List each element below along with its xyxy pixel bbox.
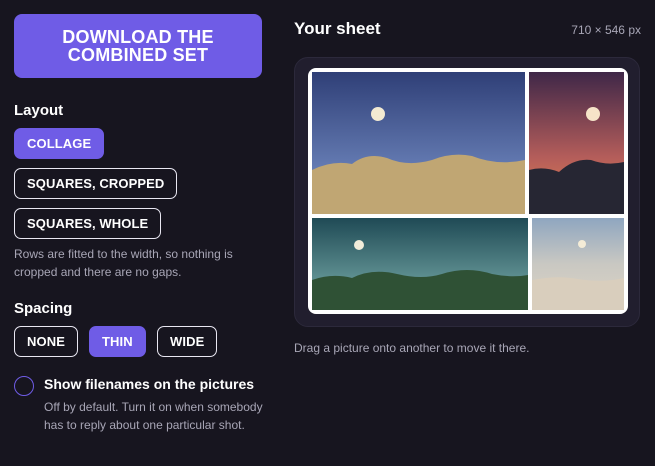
layout-option-squares-cropped[interactable]: SQUARES, CROPPED xyxy=(14,168,178,199)
picture-desert[interactable] xyxy=(312,72,525,214)
spacing-heading: Spacing xyxy=(14,300,73,317)
sheet-caption: Drag a picture onto another to move it t… xyxy=(294,341,530,355)
layout-help-text: Rows are fitted to the width, so nothing… xyxy=(14,247,233,279)
show-filenames-help: Off by default. Turn it on when somebody… xyxy=(44,400,263,432)
combined-sheet-preview xyxy=(308,68,628,314)
sheet-title: Your sheet xyxy=(294,19,381,38)
picture-green-hills[interactable] xyxy=(312,218,528,310)
layout-option-collage[interactable]: COLLAGE xyxy=(14,128,105,159)
sheet-size: 710 × 546 px xyxy=(571,23,641,37)
picture-misty-field[interactable] xyxy=(532,218,624,310)
spacing-option-thin[interactable]: THIN xyxy=(89,326,146,357)
download-combined-set-button[interactable]: DOWNLOAD THE COMBINED SET xyxy=(14,14,262,78)
show-filenames-label[interactable]: Show filenames on the pictures xyxy=(44,376,254,392)
picture-sunset[interactable] xyxy=(529,72,624,214)
spacing-option-none[interactable]: NONE xyxy=(14,326,78,357)
show-filenames-checkbox[interactable] xyxy=(14,376,34,396)
sheet-preview-panel xyxy=(294,57,640,327)
layout-heading: Layout xyxy=(14,102,64,119)
spacing-option-wide[interactable]: WIDE xyxy=(157,326,218,357)
layout-option-squares-whole[interactable]: SQUARES, WHOLE xyxy=(14,208,162,239)
